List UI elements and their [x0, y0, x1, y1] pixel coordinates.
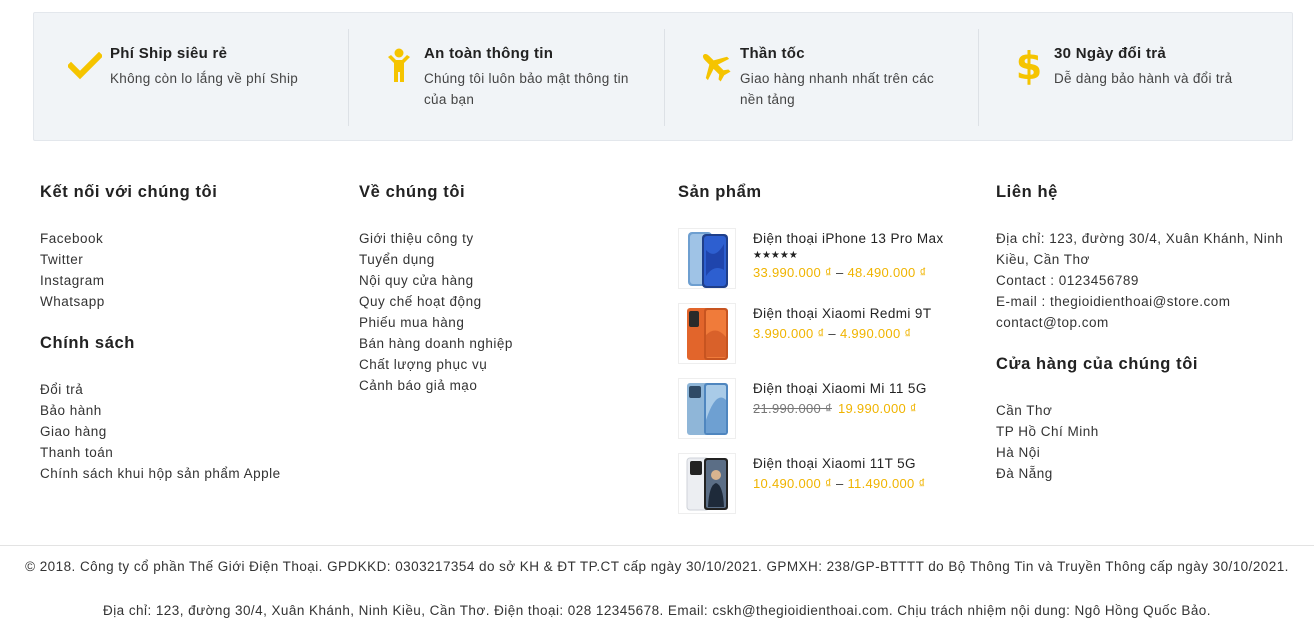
product-thumbnail[interactable]: [678, 228, 736, 289]
link-warranty[interactable]: Bảo hành: [40, 403, 102, 418]
link-vouchers[interactable]: Phiếu mua hàng: [359, 315, 464, 330]
price-low: 10.490.000 ₫: [753, 476, 832, 491]
link-twitter[interactable]: Twitter: [40, 252, 83, 267]
feature-desc: Chúng tôi luôn bảo mật thông tin của bạn: [424, 71, 629, 107]
connect-column: Kết nối với chúng tôi Facebook Twitter I…: [40, 183, 281, 484]
product-thumbnail[interactable]: [678, 453, 736, 514]
product-price: 3.990.000 ₫ –4.990.000 ₫: [753, 326, 912, 341]
products-column: Sản phẩm Điện thoại iPhone 13 Pro Max ★★…: [678, 183, 944, 528]
store-da-nang[interactable]: Đà Nẵng: [996, 466, 1053, 481]
contact-heading: Liên hệ: [996, 183, 1058, 201]
price-low: 33.990.000 ₫: [753, 265, 832, 280]
link-operating-rules[interactable]: Quy chế hoạt động: [359, 294, 482, 309]
feature-shipping: Phí Ship siêu rẻ Không còn lo lắng về ph…: [34, 13, 348, 140]
contact-email[interactable]: E-mail : thegioidienthoai@store.com: [996, 291, 1296, 312]
link-shipping[interactable]: Giao hàng: [40, 424, 107, 439]
contact-address: Địa chỉ: 123, đường 30/4, Xuân Khánh, Ni…: [996, 231, 1284, 267]
link-payment[interactable]: Thanh toán: [40, 445, 113, 460]
price-high: 48.490.000 ₫: [847, 265, 927, 280]
store-ha-noi[interactable]: Hà Nội: [996, 445, 1040, 460]
store-ho-chi-minh[interactable]: TP Hồ Chí Minh: [996, 424, 1099, 439]
feature-speed: Thần tốc Giao hàng nhanh nhất trên các n…: [664, 13, 978, 140]
product-price: 21.990.000 ₫ 19.990.000 ₫: [753, 399, 927, 419]
product-item[interactable]: Điện thoại iPhone 13 Pro Max ★★★★★ 33.99…: [678, 228, 944, 289]
link-store-rules[interactable]: Nội quy cửa hàng: [359, 273, 474, 288]
product-name[interactable]: Điện thoại Xiaomi Mi 11 5G: [753, 379, 927, 399]
contact-phone[interactable]: Contact : 0123456789: [996, 270, 1296, 291]
stores-list: Cần Thơ TP Hồ Chí Minh Hà Nội Đà Nẵng: [996, 400, 1296, 484]
product-thumbnail[interactable]: [678, 303, 736, 364]
link-service-quality[interactable]: Chất lượng phục vụ: [359, 357, 487, 372]
child-icon: [374, 41, 424, 91]
policy-list: Đổi trả Bảo hành Giao hàng Thanh toán Ch…: [40, 379, 281, 484]
feature-title: Phí Ship siêu rẻ: [110, 45, 228, 62]
feature-security: An toàn thông tin Chúng tôi luôn bảo mật…: [348, 13, 664, 140]
feature-title: Thần tốc: [740, 45, 805, 62]
contact-list: Địa chỉ: 123, đường 30/4, Xuân Khánh, Ni…: [996, 228, 1296, 333]
footer-copyright: © 2018. Công ty cổ phần Thế Giới Điện Th…: [25, 559, 1289, 574]
about-heading: Về chúng tôi: [359, 183, 466, 201]
link-return-policy[interactable]: Đổi trả: [40, 382, 83, 397]
rating-stars-icon: ★★★★★: [753, 250, 798, 261]
feature-title: 30 Ngày đổi trả: [1054, 45, 1167, 62]
link-about-company[interactable]: Giới thiệu công ty: [359, 231, 474, 246]
price-low: 3.990.000 ₫: [753, 326, 825, 341]
feature-desc: Không còn lo lắng về phí Ship: [110, 71, 299, 86]
about-list: Giới thiệu công ty Tuyển dụng Nội quy cử…: [359, 228, 513, 396]
link-fraud-warning[interactable]: Cảnh báo giả mạo: [359, 378, 477, 393]
link-instagram[interactable]: Instagram: [40, 273, 105, 288]
link-careers[interactable]: Tuyển dụng: [359, 252, 435, 267]
product-price: 33.990.000 ₫ –48.490.000 ₫: [753, 265, 927, 280]
feature-title: An toàn thông tin: [424, 45, 554, 62]
price-new: 19.990.000 ₫: [837, 401, 917, 416]
price-old: 21.990.000 ₫: [753, 401, 832, 416]
product-price: 10.490.000 ₫ –11.490.000 ₫: [753, 476, 926, 491]
link-business-sales[interactable]: Bán hàng doanh nghiệp: [359, 336, 513, 351]
footer-divider: [0, 545, 1314, 546]
price-high: 4.990.000 ₫: [839, 326, 912, 341]
product-name[interactable]: Điện thoại Xiaomi 11T 5G: [753, 454, 925, 474]
footer-address: Địa chỉ: 123, đường 30/4, Xuân Khánh, Ni…: [103, 603, 1211, 618]
contact-column: Liên hệ Địa chỉ: 123, đường 30/4, Xuân K…: [996, 183, 1296, 484]
link-whatsapp[interactable]: Whatsapp: [40, 294, 105, 309]
product-item[interactable]: Điện thoại Xiaomi Redmi 9T 3.990.000 ₫ –4…: [678, 303, 944, 364]
connect-heading: Kết nối với chúng tôi: [40, 183, 218, 201]
feature-desc: Giao hàng nhanh nhất trên các nền tảng: [740, 71, 935, 107]
product-item[interactable]: Điện thoại Xiaomi 11T 5G 10.490.000 ₫ –11…: [678, 453, 944, 514]
products-heading: Sản phẩm: [678, 183, 762, 201]
check-icon: [60, 41, 110, 91]
store-can-tho[interactable]: Cần Thơ: [996, 403, 1052, 418]
feature-return: $ 30 Ngày đổi trả Dễ dàng bảo hành và đổ…: [978, 13, 1292, 140]
stores-heading: Cửa hàng của chúng tôi: [996, 355, 1199, 373]
connect-list: Facebook Twitter Instagram Whatsapp: [40, 228, 281, 312]
price-high: 11.490.000 ₫: [847, 476, 926, 491]
feature-desc: Dễ dàng bảo hành và đổi trả: [1054, 71, 1233, 86]
contact-email-secondary[interactable]: contact@top.com: [996, 312, 1296, 333]
link-facebook[interactable]: Facebook: [40, 231, 103, 246]
plane-icon: [690, 41, 740, 91]
product-name[interactable]: Điện thoại iPhone 13 Pro Max: [753, 229, 944, 249]
features-strip: Phí Ship siêu rẻ Không còn lo lắng về ph…: [33, 12, 1293, 141]
dollar-icon: $: [1015, 44, 1043, 88]
product-thumbnail[interactable]: [678, 378, 736, 439]
link-apple-unbox-policy[interactable]: Chính sách khui hộp sản phẩm Apple: [40, 466, 281, 481]
policy-heading: Chính sách: [40, 334, 135, 352]
product-name[interactable]: Điện thoại Xiaomi Redmi 9T: [753, 304, 931, 324]
about-column: Về chúng tôi Giới thiệu công ty Tuyển dụ…: [359, 183, 513, 396]
product-item[interactable]: Điện thoại Xiaomi Mi 11 5G 21.990.000 ₫ 1…: [678, 378, 944, 439]
